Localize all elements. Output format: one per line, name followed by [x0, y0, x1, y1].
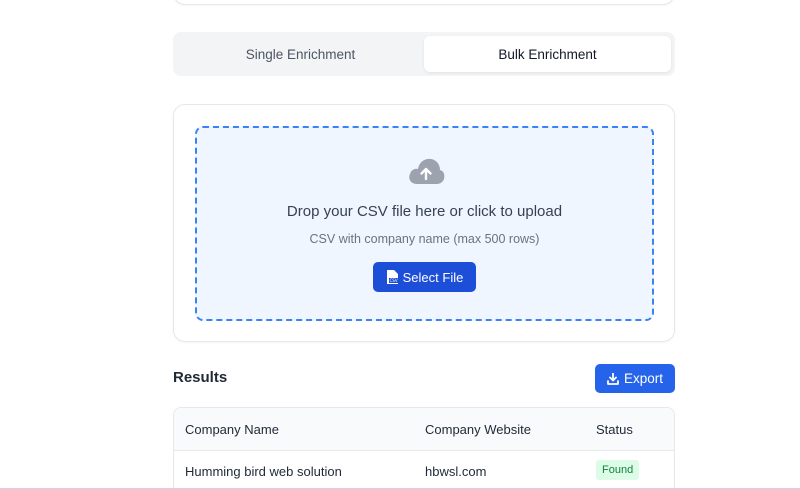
csv-file-icon: CSV [386, 270, 398, 284]
column-header-company-name[interactable]: Company Name [185, 422, 279, 437]
tab-single-enrichment[interactable]: Single Enrichment [177, 36, 424, 72]
cell-company-website: hbwsl.com [425, 464, 487, 479]
tab-bulk-enrichment[interactable]: Bulk Enrichment [424, 36, 671, 72]
dropzone-subtitle: CSV with company name (max 500 rows) [309, 232, 540, 246]
enrichment-tabs: Single Enrichment Bulk Enrichment [173, 32, 675, 76]
results-table: Company Name Company Website Status Humm… [173, 407, 675, 489]
svg-text:CSV: CSV [389, 278, 397, 283]
upload-card: Drop your CSV file here or click to uplo… [173, 104, 675, 342]
select-file-label: Select File [402, 269, 464, 285]
status-badge: Found [596, 460, 640, 480]
download-icon [607, 372, 619, 385]
select-file-button[interactable]: CSV Select File [373, 262, 476, 292]
cell-company-name: Humming bird web solution [185, 464, 342, 479]
export-button[interactable]: Export [595, 364, 675, 393]
cloud-upload-icon [409, 158, 445, 184]
dropzone-title: Drop your CSV file here or click to uplo… [286, 203, 563, 220]
csv-dropzone[interactable]: Drop your CSV file here or click to uplo… [195, 126, 654, 321]
previous-card-edge [173, 0, 675, 5]
page: Single Enrichment Bulk Enrichment Drop y… [0, 0, 800, 489]
column-header-company-website[interactable]: Company Website [425, 422, 531, 437]
column-header-status[interactable]: Status [596, 422, 633, 437]
export-label: Export [623, 371, 664, 386]
results-heading: Results [173, 369, 228, 386]
